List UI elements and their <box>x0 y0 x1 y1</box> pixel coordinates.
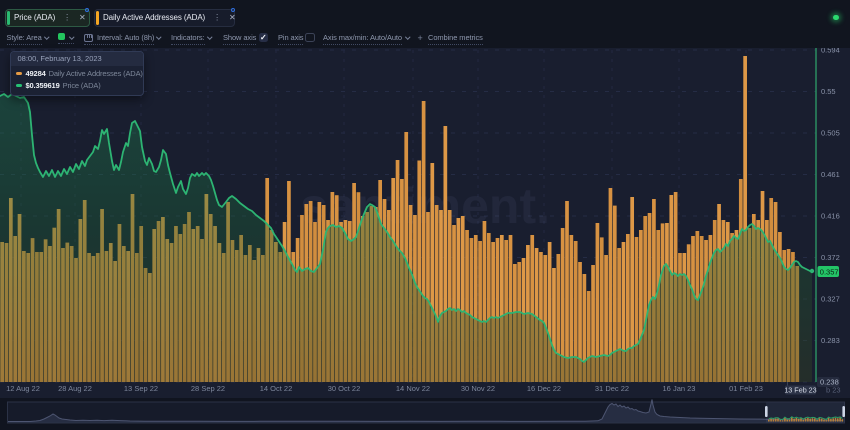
svg-text:16 Dec 22: 16 Dec 22 <box>527 384 561 393</box>
svg-text:30 Nov 22: 30 Nov 22 <box>461 384 495 393</box>
svg-text:0.372: 0.372 <box>821 253 840 262</box>
svg-text:0.416: 0.416 <box>821 211 840 220</box>
svg-text:14 Nov 22: 14 Nov 22 <box>396 384 430 393</box>
svg-text:b 23: b 23 <box>826 386 841 395</box>
svg-text:0.283: 0.283 <box>821 336 840 345</box>
svg-text:0.327: 0.327 <box>821 294 840 303</box>
svg-text:0.55: 0.55 <box>821 87 836 96</box>
svg-text:12 Aug 22: 12 Aug 22 <box>6 384 40 393</box>
svg-text:01 Feb 23: 01 Feb 23 <box>729 384 763 393</box>
svg-text:16 Jan 23: 16 Jan 23 <box>663 384 696 393</box>
svg-text:0.505: 0.505 <box>821 128 840 137</box>
svg-text:0.357: 0.357 <box>820 267 839 276</box>
svg-text:0.461: 0.461 <box>821 170 840 179</box>
svg-text:13 Feb 23: 13 Feb 23 <box>784 386 816 395</box>
svg-text:14 Oct 22: 14 Oct 22 <box>260 384 293 393</box>
svg-text:28 Sep 22: 28 Sep 22 <box>191 384 225 393</box>
svg-text:13 Sep 22: 13 Sep 22 <box>124 384 158 393</box>
svg-text:30 Oct 22: 30 Oct 22 <box>328 384 361 393</box>
svg-text:28 Aug 22: 28 Aug 22 <box>58 384 92 393</box>
svg-text:31 Dec 22: 31 Dec 22 <box>595 384 629 393</box>
